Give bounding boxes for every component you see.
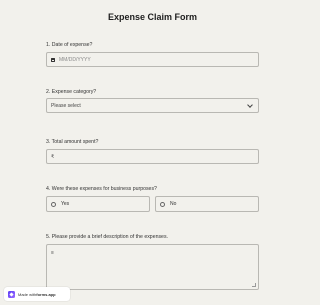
chevron-down-icon[interactable] (247, 101, 253, 108)
option-no-label: No (170, 201, 177, 207)
calendar-icon[interactable] (51, 57, 55, 62)
option-no[interactable]: No (155, 196, 259, 212)
question-4-label: 4. Were these expenses for business purp… (46, 186, 157, 192)
question-3-label: 3. Total amount spent? (46, 139, 99, 145)
radio-yes-icon[interactable] (51, 201, 56, 207)
question-5-label: 5. Please provide a brief description of… (46, 234, 168, 240)
question-2-label: 2. Expense category? (46, 89, 97, 95)
text-lines-icon: ≡ (51, 250, 54, 256)
resize-handle-icon[interactable] (252, 283, 256, 287)
form-title: Expense Claim Form (107, 12, 198, 22)
description-textarea[interactable]: ≡ (46, 244, 259, 290)
option-yes-label: Yes (61, 201, 70, 207)
form-page: Expense Claim Form 1. Date of expense? M… (0, 0, 305, 305)
option-yes[interactable]: Yes (46, 196, 150, 212)
date-input[interactable]: MM/DD/YYYY (46, 52, 259, 67)
badge-brand: forms.app (36, 291, 56, 297)
category-select[interactable]: Please select (46, 98, 259, 113)
currency-symbol: ₹ (51, 153, 55, 160)
question-1-label: 1. Date of expense? (46, 42, 93, 48)
date-placeholder: MM/DD/YYYY (59, 56, 91, 63)
made-with-badge[interactable]: Made with forms.app (4, 287, 70, 301)
radio-no-icon[interactable] (160, 201, 165, 207)
forms-app-logo-icon (8, 290, 15, 298)
category-selected-value: Please select (51, 102, 81, 109)
amount-input[interactable]: ₹ (46, 149, 259, 164)
badge-prefix: Made with (18, 291, 37, 297)
